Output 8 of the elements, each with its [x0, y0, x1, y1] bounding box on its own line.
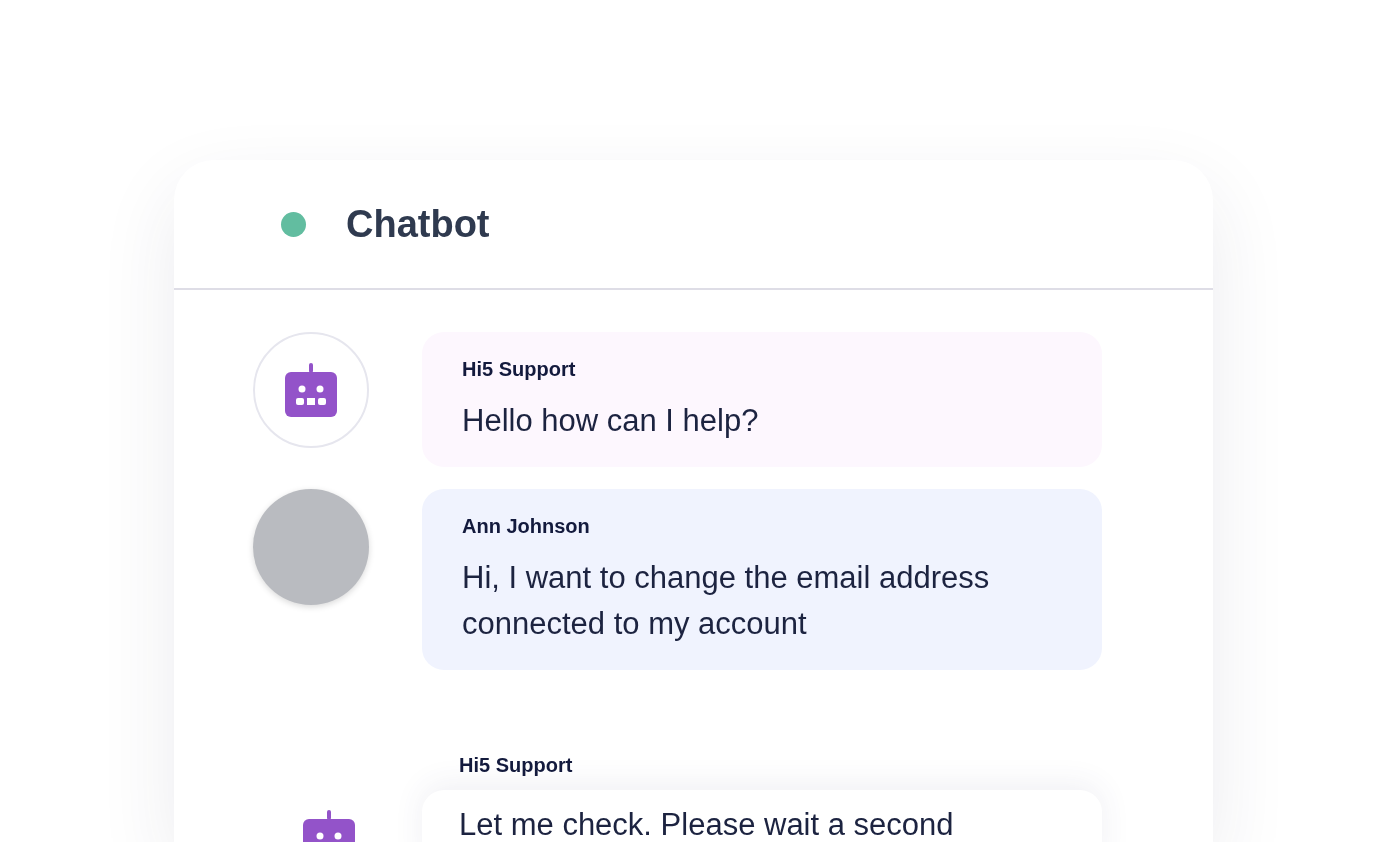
sender-name: Hi5 Support: [459, 752, 574, 778]
message-text: Let me check. Please wait a second: [459, 805, 955, 842]
message-text: Hello how can I help?: [462, 402, 760, 440]
robot-icon: [285, 363, 337, 417]
sender-name: Hi5 Support: [462, 357, 577, 382]
sender-name: Ann Johnson: [462, 513, 591, 539]
message-text: Hi, I want to change the email address connected to my account: [462, 558, 991, 643]
chat-title: Chatbot: [346, 201, 490, 247]
